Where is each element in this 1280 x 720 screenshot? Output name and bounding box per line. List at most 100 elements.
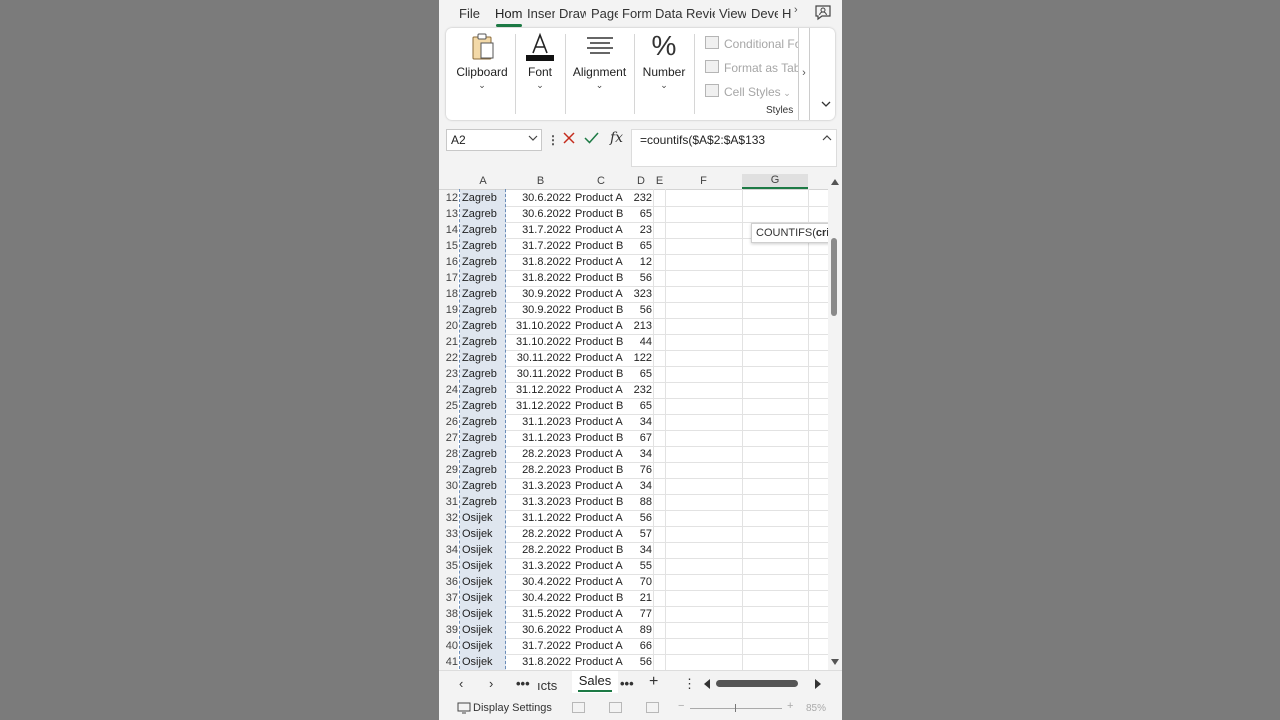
insert-function-icon[interactable]: fx: [610, 130, 623, 146]
horizontal-scrollbar-thumb[interactable]: [716, 680, 798, 687]
tab-page-layout[interactable]: Page: [591, 6, 618, 21]
previous-sheet-icon[interactable]: ‹: [459, 676, 463, 691]
cell-b[interactable]: 30.6.2022: [507, 190, 573, 206]
normal-view-icon[interactable]: [572, 702, 585, 713]
row-number[interactable]: 37: [439, 590, 458, 606]
cell-d[interactable]: 23: [628, 222, 653, 238]
cell-a[interactable]: Osijek: [460, 510, 506, 526]
cell-a[interactable]: Zagreb: [460, 446, 506, 462]
cell-b[interactable]: 28.2.2022: [507, 542, 573, 558]
scroll-up-icon[interactable]: [830, 178, 840, 186]
row-number[interactable]: 20: [439, 318, 458, 334]
cell-d[interactable]: 56: [628, 270, 653, 286]
cell-b[interactable]: 31.1.2023: [507, 414, 573, 430]
alignment-button[interactable]: Alignment ⌄: [568, 28, 631, 120]
zoom-slider-thumb[interactable]: [735, 704, 736, 712]
scroll-down-icon[interactable]: [830, 658, 840, 666]
row-number[interactable]: 39: [439, 622, 458, 638]
row-number[interactable]: 34: [439, 542, 458, 558]
conditional-formatting-button[interactable]: Conditional For: [705, 36, 805, 51]
cell-d[interactable]: 323: [628, 286, 653, 302]
cell-d[interactable]: 65: [628, 206, 653, 222]
cell-a[interactable]: Zagreb: [460, 478, 506, 494]
row-number[interactable]: 31: [439, 494, 458, 510]
row-number[interactable]: 32: [439, 510, 458, 526]
cell-a[interactable]: Osijek: [460, 654, 506, 670]
cell-a[interactable]: Osijek: [460, 590, 506, 606]
sheet-tab-products[interactable]: ıcts: [537, 678, 557, 693]
cell-a[interactable]: Zagreb: [460, 462, 506, 478]
cell-d[interactable]: 56: [628, 302, 653, 318]
cell-a[interactable]: Osijek: [460, 574, 506, 590]
tab-help[interactable]: H: [782, 6, 792, 21]
tab-formulas[interactable]: Form: [622, 6, 651, 21]
cell-a[interactable]: Zagreb: [460, 238, 506, 254]
cell-a[interactable]: Zagreb: [460, 222, 506, 238]
zoom-in-icon[interactable]: +: [787, 700, 793, 712]
column-header-c[interactable]: C: [574, 175, 628, 187]
cell-a[interactable]: Zagreb: [460, 414, 506, 430]
column-header-f[interactable]: F: [665, 175, 742, 187]
cell-b[interactable]: 30.6.2022: [507, 206, 573, 222]
row-number[interactable]: 33: [439, 526, 458, 542]
row-number[interactable]: 19: [439, 302, 458, 318]
tab-developer[interactable]: Deve: [751, 6, 778, 21]
cell-a[interactable]: Osijek: [460, 542, 506, 558]
cell-d[interactable]: 21: [628, 590, 653, 606]
row-number[interactable]: 24: [439, 382, 458, 398]
cell-a[interactable]: Zagreb: [460, 270, 506, 286]
cell-d[interactable]: 34: [628, 478, 653, 494]
cell-d[interactable]: 57: [628, 526, 653, 542]
formula-bar[interactable]: =countifs($A$2:$A$133: [631, 129, 837, 167]
cell-d[interactable]: 65: [628, 398, 653, 414]
cell-d[interactable]: 67: [628, 430, 653, 446]
tab-review[interactable]: Revie: [686, 6, 715, 21]
cell-b[interactable]: 31.3.2023: [507, 478, 573, 494]
zoom-slider[interactable]: [690, 708, 782, 709]
next-sheet-icon[interactable]: ›: [489, 676, 493, 691]
cell-d[interactable]: 34: [628, 414, 653, 430]
row-number[interactable]: 21: [439, 334, 458, 350]
cell-b[interactable]: 31.8.2022: [507, 254, 573, 270]
more-options-icon[interactable]: ⋮: [683, 676, 696, 692]
cell-a[interactable]: Osijek: [460, 558, 506, 574]
cell-b[interactable]: 30.11.2022: [507, 350, 573, 366]
cell-b[interactable]: 31.3.2022: [507, 558, 573, 574]
cell-d[interactable]: 34: [628, 542, 653, 558]
column-header-g[interactable]: G: [742, 174, 808, 189]
tab-home[interactable]: Hom: [495, 6, 523, 21]
cell-b[interactable]: 30.4.2022: [507, 590, 573, 606]
zoom-level[interactable]: 85%: [806, 703, 826, 714]
row-number[interactable]: 25: [439, 398, 458, 414]
cell-b[interactable]: 31.12.2022: [507, 382, 573, 398]
row-number[interactable]: 27: [439, 430, 458, 446]
cell-a[interactable]: Zagreb: [460, 286, 506, 302]
cell-a[interactable]: Zagreb: [460, 190, 506, 206]
cell-b[interactable]: 31.8.2022: [507, 654, 573, 670]
cell-a[interactable]: Zagreb: [460, 318, 506, 334]
cell-b[interactable]: 31.7.2022: [507, 238, 573, 254]
cell-b[interactable]: 28.2.2023: [507, 446, 573, 462]
cell-b[interactable]: 31.7.2022: [507, 222, 573, 238]
add-sheet-icon[interactable]: +: [649, 673, 658, 691]
tab-data[interactable]: Data: [655, 6, 683, 21]
cell-d[interactable]: 232: [628, 190, 653, 206]
display-settings-button[interactable]: Display Settings: [473, 702, 552, 714]
cell-b[interactable]: 31.10.2022: [507, 318, 573, 334]
row-number[interactable]: 22: [439, 350, 458, 366]
chevron-up-icon[interactable]: [822, 134, 832, 142]
cell-b[interactable]: 30.6.2022: [507, 622, 573, 638]
number-button[interactable]: % Number ⌄: [638, 28, 690, 120]
vertical-scrollbar[interactable]: [828, 174, 842, 670]
cell-b[interactable]: 31.5.2022: [507, 606, 573, 622]
cell-b[interactable]: 31.12.2022: [507, 398, 573, 414]
cell-b[interactable]: 31.8.2022: [507, 270, 573, 286]
tabs-scroll-right-icon[interactable]: ›: [794, 4, 798, 16]
column-header-a[interactable]: A: [459, 175, 507, 187]
font-button[interactable]: Font ⌄: [520, 28, 560, 120]
feedback-icon[interactable]: [813, 3, 833, 23]
cell-a[interactable]: Osijek: [460, 606, 506, 622]
cell-a[interactable]: Zagreb: [460, 494, 506, 510]
cell-a[interactable]: Zagreb: [460, 302, 506, 318]
tab-draw[interactable]: Draw: [559, 6, 586, 21]
